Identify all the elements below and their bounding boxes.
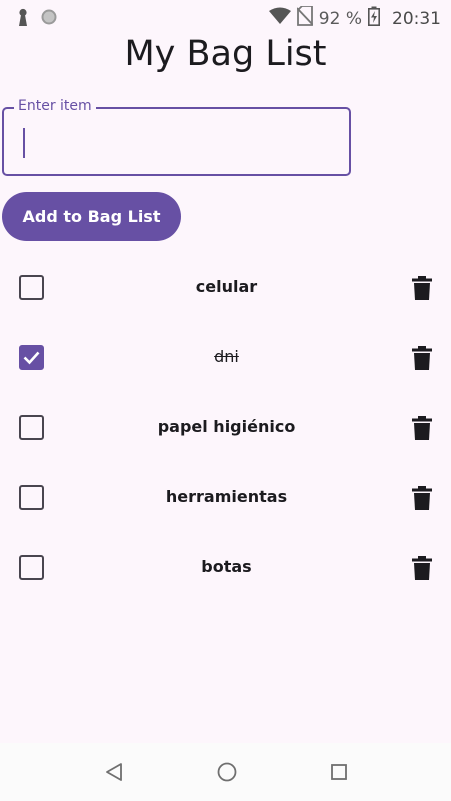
- text-cursor: [23, 128, 25, 158]
- item-input-label: Enter item: [14, 97, 96, 115]
- system-nav-bar: [0, 743, 451, 801]
- item-checkbox[interactable]: [19, 555, 44, 580]
- item-checkbox[interactable]: [19, 345, 44, 370]
- item-checkbox[interactable]: [19, 485, 44, 510]
- sync-icon: [40, 8, 58, 31]
- item-label: dni: [214, 347, 239, 366]
- status-bar: 92 % 20:31: [0, 0, 451, 34]
- list-item: herramientas: [0, 462, 451, 532]
- app-screen: 92 % 20:31 My Bag List Enter item Add to…: [0, 0, 451, 801]
- item-label: botas: [201, 557, 252, 576]
- delete-icon[interactable]: [411, 556, 433, 580]
- clock: 20:31: [392, 8, 441, 29]
- item-label: celular: [195, 277, 258, 296]
- list-item: dni: [0, 322, 451, 392]
- no-sim-icon: [296, 5, 314, 31]
- battery-charging-icon: [368, 6, 380, 31]
- wifi-icon: [268, 7, 291, 30]
- delete-icon[interactable]: [411, 346, 433, 370]
- delete-icon[interactable]: [411, 416, 433, 440]
- status-right: 92 % 20:31: [268, 5, 441, 31]
- recents-icon[interactable]: [327, 760, 351, 784]
- item-checkbox[interactable]: [19, 275, 44, 300]
- notification-icon: [16, 8, 30, 31]
- home-icon[interactable]: [215, 760, 239, 784]
- item-text-field[interactable]: [2, 107, 351, 176]
- delete-icon[interactable]: [411, 276, 433, 300]
- item-label: herramientas: [165, 487, 288, 506]
- list-item: papel higiénico: [0, 392, 451, 462]
- page-title: My Bag List: [124, 34, 327, 74]
- battery-percent: 92 %: [318, 8, 362, 29]
- item-checkbox[interactable]: [19, 415, 44, 440]
- status-left: [16, 8, 58, 31]
- delete-icon[interactable]: [411, 486, 433, 510]
- list-item: celular: [0, 252, 451, 322]
- item-label: papel higiénico: [157, 417, 296, 436]
- item-input[interactable]: [22, 123, 332, 159]
- add-to-bag-list-button[interactable]: Add to Bag List: [2, 192, 181, 241]
- back-icon[interactable]: [103, 760, 127, 784]
- list-item: botas: [0, 532, 451, 602]
